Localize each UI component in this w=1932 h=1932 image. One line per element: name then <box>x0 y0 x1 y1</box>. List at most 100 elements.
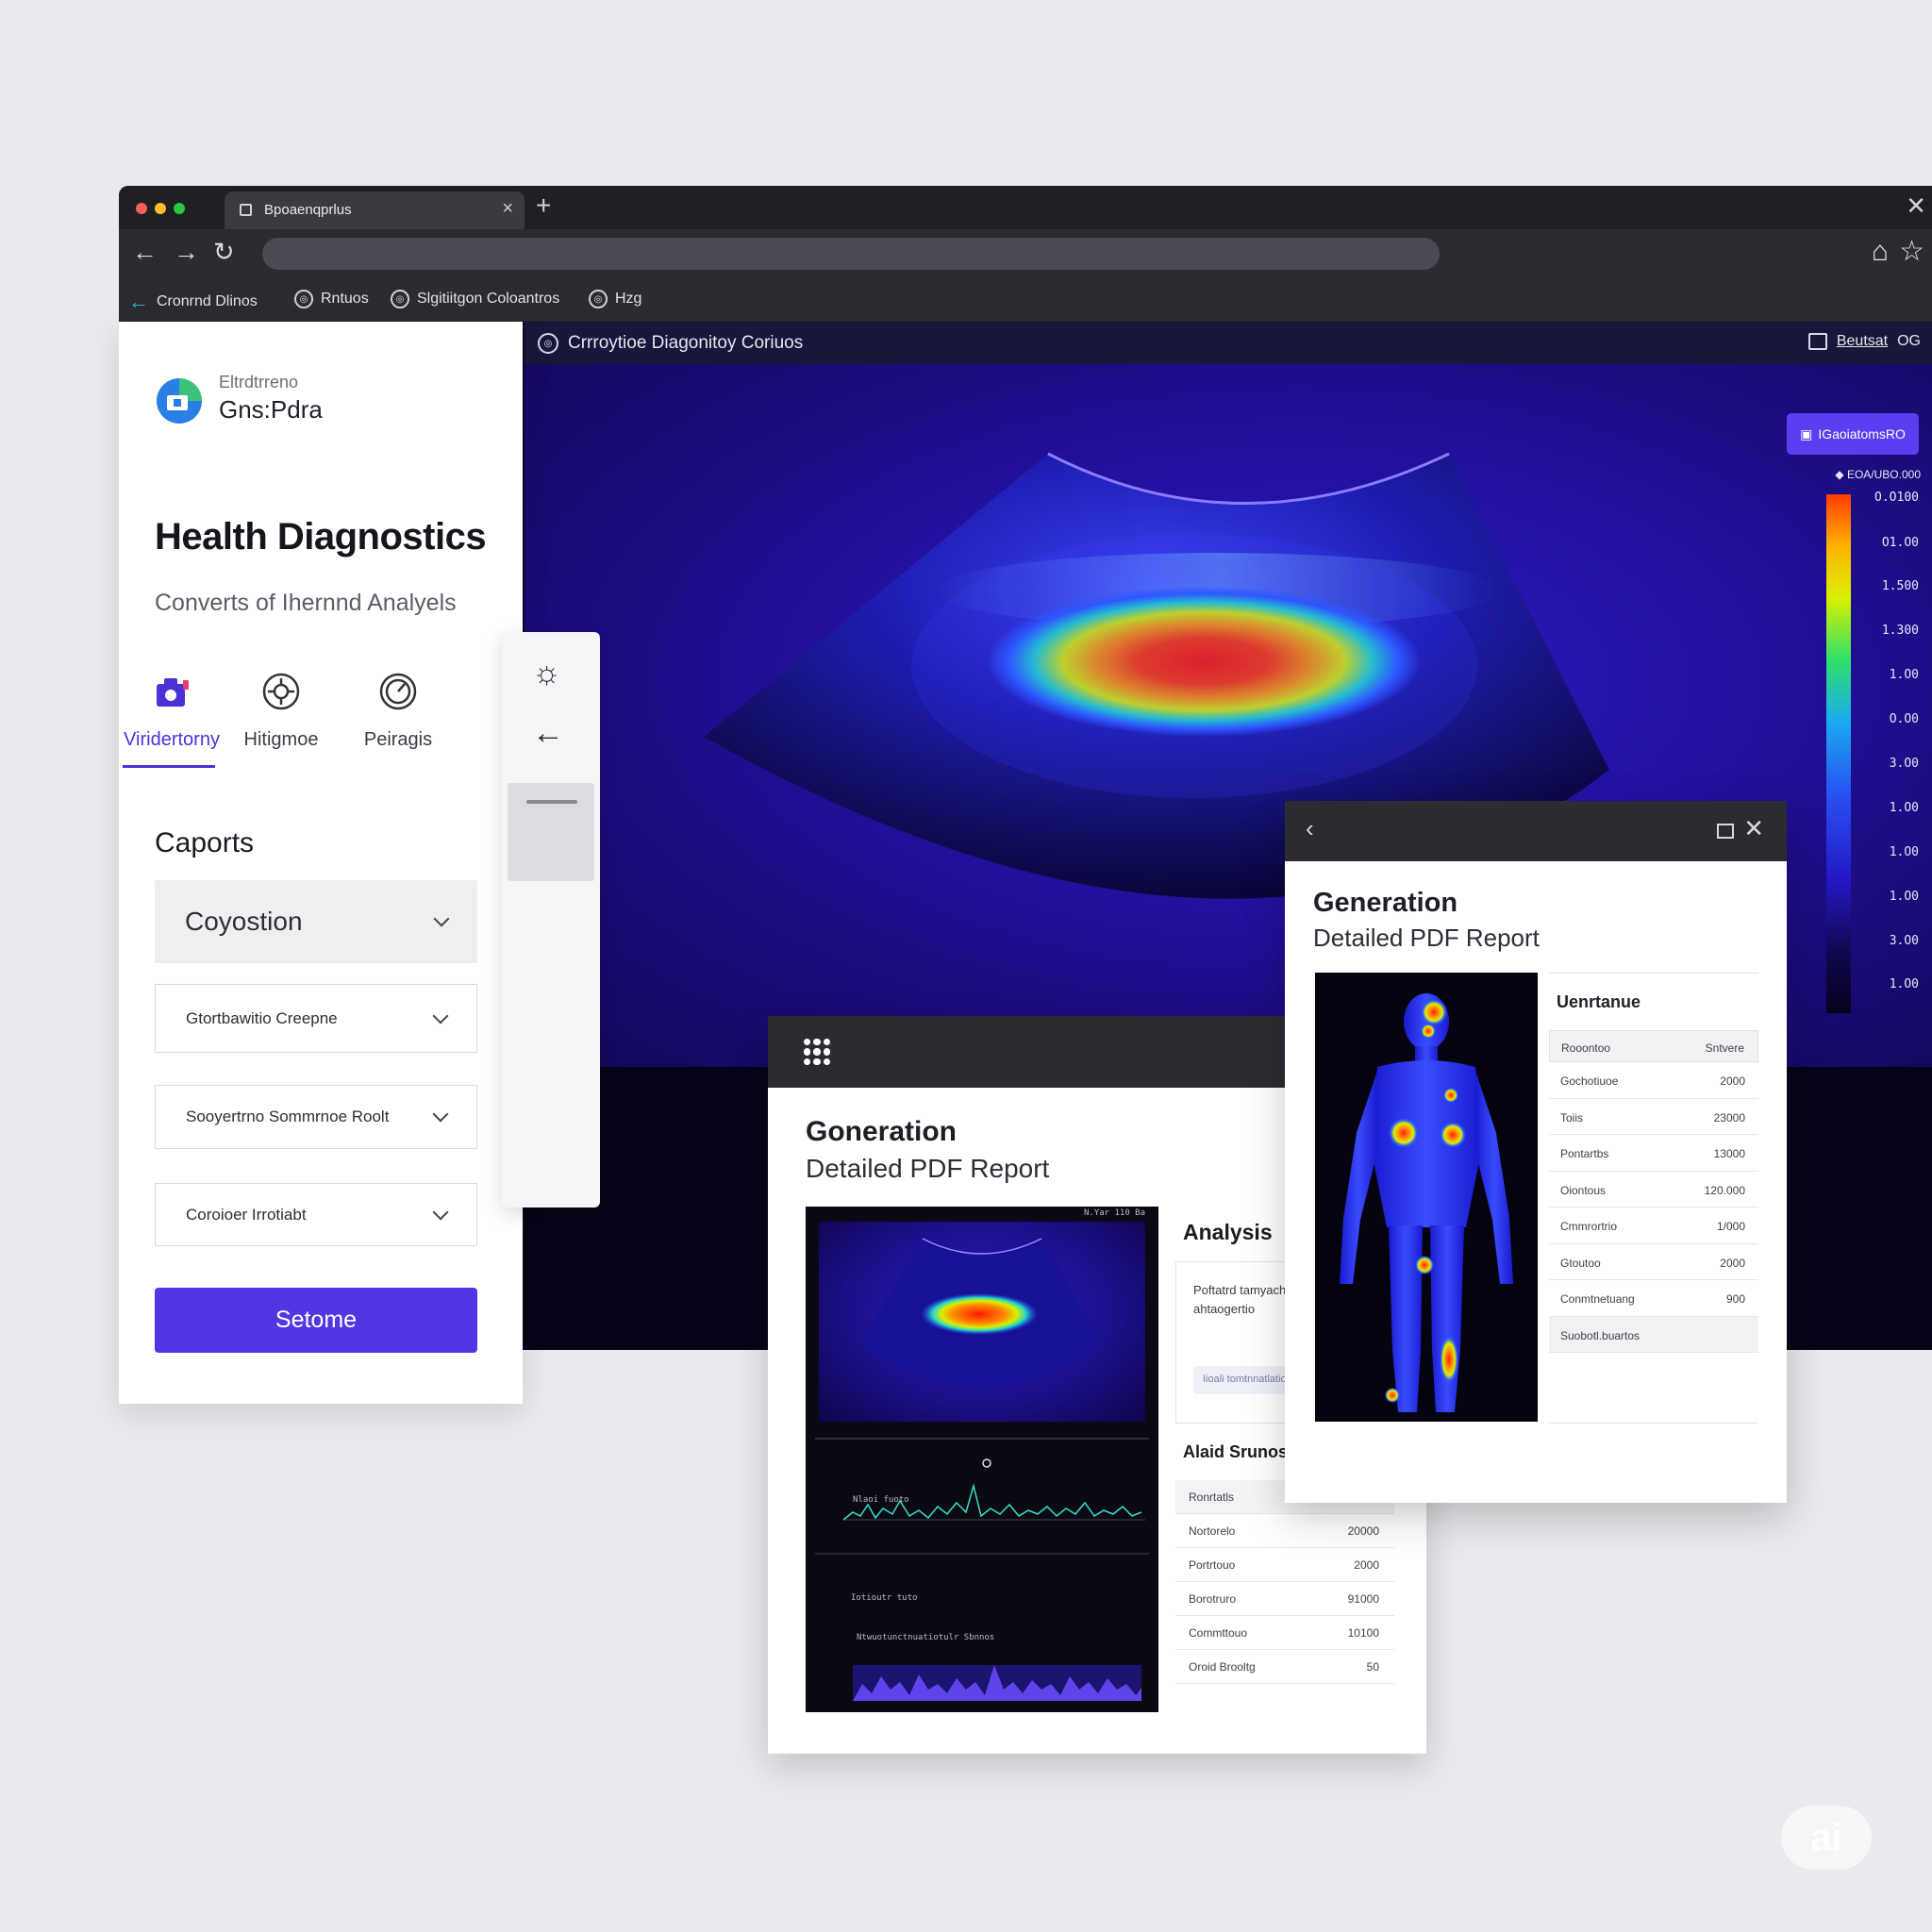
mini-ultrasound <box>860 1238 1102 1387</box>
app-logo-icon <box>157 378 202 424</box>
star-icon[interactable]: ☆ <box>1899 236 1924 268</box>
viewer-right-label[interactable]: Beutsat <box>1837 333 1888 350</box>
row-value: 91000 <box>1347 1592 1379 1606</box>
brand-name: Gns:Pdra <box>219 395 323 424</box>
table-row: Commttouo 10100 <box>1175 1616 1394 1650</box>
signal-charts <box>815 1438 1149 1701</box>
popup-table: Rooontoo Sntvere Gochotiuoe 2000 Toiis 2300… <box>1549 1030 1758 1353</box>
legend-button-label: IGaoiatomsRO <box>1818 426 1906 441</box>
page-subtitle: Converts of Ihernnd Analyels <box>155 590 457 616</box>
row-key: Pontartbs <box>1560 1147 1609 1160</box>
tab-hitigmoe[interactable]: Hitigmoe <box>225 671 338 751</box>
report-title: Goneration <box>806 1116 958 1147</box>
viewer-right-code: OG <box>1897 333 1921 349</box>
popup-table-section: Uenrtanue Rooontoo Sntvere Gochotiuoe 2000… <box>1549 973 1758 1424</box>
option-select-3[interactable]: Coroioer Irrotiabt <box>155 1183 477 1246</box>
status-title: Alaid Srunos <box>1183 1442 1289 1461</box>
colorbar <box>1826 494 1851 1013</box>
table-row: Portrtouo 2000 <box>1175 1548 1394 1582</box>
row-value: 13000 <box>1713 1147 1745 1160</box>
close-icon[interactable]: ✕ <box>1906 192 1926 221</box>
chevron-down-icon <box>433 910 450 927</box>
row-key: Portrtouo <box>1189 1558 1236 1572</box>
tab-close-icon[interactable]: × <box>502 198 513 220</box>
row-value: 23000 <box>1713 1110 1745 1124</box>
maximize-window-dot[interactable] <box>174 203 185 214</box>
colorbar-tick: 1.O0 <box>1889 668 1919 682</box>
report-icon[interactable] <box>1807 333 1827 350</box>
address-bar[interactable] <box>262 238 1440 270</box>
export-type-select[interactable]: Coyostion <box>155 880 477 963</box>
row-value: 2000 <box>1354 1558 1379 1572</box>
viewer-header: ◎ Crrroytioe Diagonitoy Coriuos Beutsat … <box>525 322 1932 364</box>
hotspot <box>1385 1388 1400 1403</box>
viewer-icon: ◎ <box>538 333 558 354</box>
analysis-title: Analysis <box>1183 1220 1273 1244</box>
drag-handle[interactable] <box>526 800 577 804</box>
colorbar-tick: 1.O0 <box>1889 845 1919 859</box>
chevron-down-icon <box>432 1008 449 1024</box>
hotspot <box>1415 1256 1434 1274</box>
report-subtitle: Detailed PDF Report <box>806 1154 1050 1183</box>
tab-viridertorny[interactable]: Viridertorny <box>115 671 228 768</box>
forward-icon[interactable]: → <box>174 238 199 266</box>
close-icon[interactable]: ✕ <box>1743 814 1764 843</box>
tab-label: Viridertorny <box>124 729 220 750</box>
browser-toolbar: ← → ↻ ⌂ ☆ <box>119 229 1932 278</box>
colorbar-tick: 1.300 <box>1881 624 1919 638</box>
tab-peiragis[interactable]: Peiragis <box>341 671 455 751</box>
image-label: N.Yar 110 Ba <box>1083 1208 1145 1218</box>
tool-slot[interactable] <box>508 783 594 881</box>
new-tab-icon[interactable]: + <box>536 191 551 221</box>
colorbar-title: ◆ EOA/UBO.000 <box>1835 468 1921 481</box>
bookmark-item[interactable]: ◎ Slgitiitgon Coloantros <box>391 290 559 308</box>
minimize-window-dot[interactable] <box>155 203 166 214</box>
chevron-left-icon[interactable]: ‹ <box>1306 814 1314 843</box>
home-icon[interactable]: ⌂ <box>1872 236 1889 268</box>
bookmark-item[interactable]: ◎ Hzg <box>589 290 641 308</box>
thermal-body-image <box>1315 973 1538 1422</box>
select-value: Gtortbawitio Creepne <box>186 1008 338 1027</box>
bookmark-item[interactable]: ◎ Rntuos <box>294 290 369 308</box>
active-tab-indicator <box>123 765 215 768</box>
back-arrow-icon: ← <box>128 290 149 313</box>
page-title: Health Diagnostics <box>155 516 487 558</box>
row-key: Toiis <box>1560 1110 1584 1124</box>
colorbar-tick: 1.500 <box>1881 579 1919 593</box>
row-key: Ronrtatls <box>1189 1491 1235 1504</box>
bookmark-item[interactable]: ← Cronrnd Dlinos <box>128 290 258 314</box>
tab-label: Hitigmoe <box>243 729 319 750</box>
table-row: Gochotiuoe 2000 <box>1549 1062 1758 1099</box>
bookmark-label: Rntuos <box>321 291 369 307</box>
ai-watermark: ai <box>1781 1806 1872 1870</box>
back-icon[interactable]: ← <box>132 238 158 266</box>
row-key: Conmtnetuang <box>1560 1292 1635 1306</box>
brightness-icon[interactable]: ☼ <box>532 655 561 691</box>
table-header-row: Rooontoo Sntvere <box>1549 1030 1758 1062</box>
close-window-dot[interactable] <box>136 203 147 214</box>
camera-icon <box>157 678 189 707</box>
colorbar-tick: O.O0 <box>1889 712 1919 726</box>
select-value: Coroioer Irrotiabt <box>186 1205 307 1224</box>
select-value: Coyostion <box>185 907 303 936</box>
browser-tab[interactable]: Bpoaenqprlus × <box>225 192 525 229</box>
bookmark-label: Hzg <box>615 291 642 307</box>
option-select-1[interactable]: Gtortbawitio Creepne <box>155 984 477 1053</box>
colorbar-tick: 1.O0 <box>1889 801 1919 815</box>
table-row: Toiis 23000 <box>1549 1099 1758 1135</box>
chart-label: Nlaoi fuoto <box>853 1495 909 1505</box>
maximize-icon[interactable] <box>1717 824 1734 839</box>
submit-button[interactable]: Setome <box>155 1288 477 1353</box>
chevron-down-icon <box>432 1106 449 1123</box>
option-select-2[interactable]: Sooyertrno Sommrnoe Roolt <box>155 1085 477 1149</box>
row-value: 2000 <box>1720 1074 1745 1088</box>
select-value: Sooyertrno Sommrnoe Roolt <box>186 1108 390 1125</box>
tab-bar: Bpoaenqprlus × + ✕ <box>119 186 1932 229</box>
colorbar-tick: 1.O0 <box>1889 977 1919 991</box>
sidebar-panel: Eltrdtrreno Gns:Pdra Health Diagnostics … <box>119 322 523 1404</box>
reload-icon[interactable]: ↻ <box>213 238 235 266</box>
hotspot <box>1421 999 1447 1025</box>
apps-grid-icon[interactable] <box>804 1039 830 1065</box>
arrow-left-icon[interactable]: ← <box>532 715 564 752</box>
legend-button[interactable]: ▣ IGaoiatomsRO <box>1787 413 1919 455</box>
